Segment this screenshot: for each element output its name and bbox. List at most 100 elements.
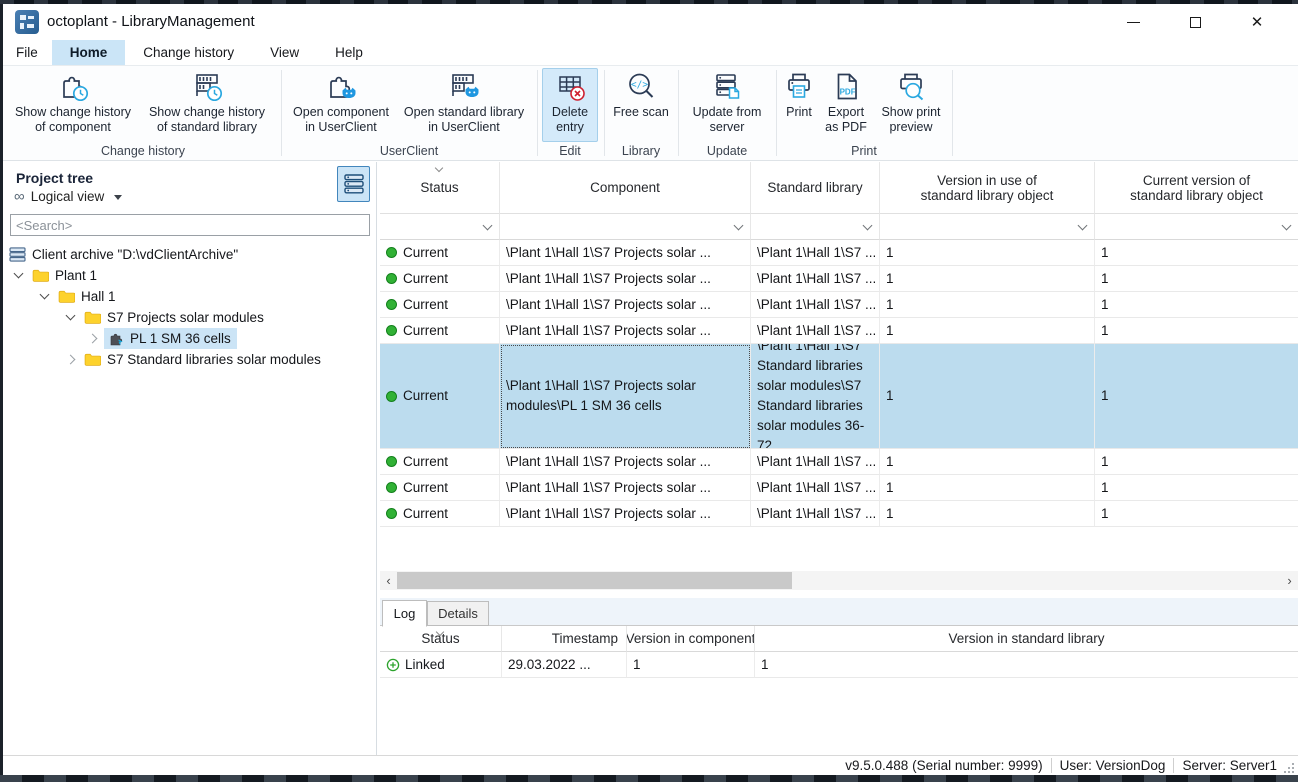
status-current-icon (386, 273, 397, 284)
component-history-icon (56, 69, 90, 105)
close-icon: ✕ (1251, 15, 1264, 30)
status-current-icon (386, 508, 397, 519)
menu-home[interactable]: Home (52, 40, 126, 65)
status-current-icon (386, 456, 397, 467)
table-row[interactable]: Current \Plant 1\Hall 1\S7 Projects sola… (380, 318, 1298, 344)
column-header-current-version[interactable]: Current version of standard library obje… (1095, 162, 1298, 214)
column-header-version-in-use[interactable]: Version in use of standard library objec… (880, 162, 1095, 214)
app-window: octoplant - LibraryManagement ✕ File Hom… (0, 0, 1298, 782)
ribbon-separator (776, 70, 777, 156)
ribbon-group-edit: Edit (542, 142, 598, 159)
horizontal-scrollbar[interactable]: ‹ › (380, 571, 1298, 590)
export-pdf-icon: PDF (829, 69, 863, 105)
app-icon (15, 10, 39, 34)
print-button[interactable]: Print (780, 68, 818, 142)
filter-dropdown-current-version[interactable] (1095, 214, 1298, 240)
status-current-icon (386, 247, 397, 258)
table-row[interactable]: Current \Plant 1\Hall 1\S7 Projects sola… (380, 475, 1298, 501)
status-user: User: VersionDog (1060, 758, 1166, 773)
tab-log[interactable]: Log (382, 600, 427, 627)
scroll-right-icon[interactable]: › (1281, 571, 1298, 590)
expander-collapsed-icon[interactable] (88, 334, 98, 344)
minimize-button[interactable] (1102, 4, 1164, 40)
show-print-preview-button[interactable]: Show print preview (874, 68, 948, 142)
archive-view-button[interactable] (337, 166, 370, 202)
update-from-server-icon (710, 69, 744, 105)
table-row[interactable]: Current \Plant 1\Hall 1\S7 Projects sola… (380, 240, 1298, 266)
resize-grip[interactable] (1283, 762, 1295, 774)
free-scan-button[interactable]: </> Free scan (608, 68, 674, 142)
archive-icon (9, 247, 26, 262)
filter-dropdown-version-in-use[interactable] (880, 214, 1095, 240)
log-table: Status Timestamp Version in component Ve… (380, 626, 1298, 652)
open-library-userclient-button[interactable]: Open standard library in UserClient (397, 68, 531, 142)
folder-icon (32, 269, 49, 282)
filter-dropdown-status[interactable] (380, 214, 500, 240)
library-userclient-icon (447, 69, 481, 105)
tree-item-s7-standard-libraries[interactable]: S7 Standard libraries solar modules (67, 349, 321, 370)
component-icon (108, 331, 124, 347)
status-current-icon (386, 482, 397, 493)
free-scan-icon: </> (624, 69, 658, 105)
column-header-standard-library[interactable]: Standard library (751, 162, 880, 214)
export-pdf-button[interactable]: PDF Export as PDF (820, 68, 872, 142)
tab-details[interactable]: Details (427, 601, 489, 626)
project-tree-title: Project tree (16, 170, 93, 186)
tree-item-client-archive[interactable]: Client archive "D:\vdClientArchive" (9, 244, 238, 265)
svg-text:PDF: PDF (840, 88, 856, 97)
show-change-history-component-button[interactable]: Show change history of component (11, 68, 135, 142)
scrollbar-track[interactable] (397, 571, 1281, 590)
log-column-version-in-component[interactable]: Version in component (627, 626, 755, 652)
delete-entry-icon (553, 69, 587, 105)
tree-item-pl1-sm36-selected[interactable]: PL 1 SM 36 cells (89, 328, 237, 349)
status-server: Server: Server1 (1182, 758, 1277, 773)
server-stack-icon (343, 173, 365, 195)
filter-dropdown-standard-library[interactable] (751, 214, 880, 240)
log-column-timestamp[interactable]: Timestamp (502, 626, 627, 652)
table-row[interactable]: Current \Plant 1\Hall 1\S7 Projects sola… (380, 266, 1298, 292)
folder-icon (84, 311, 101, 324)
update-from-server-button[interactable]: Update from server (682, 68, 772, 142)
log-column-status[interactable]: Status (380, 626, 502, 652)
scroll-left-icon[interactable]: ‹ (380, 571, 397, 590)
tree-item-s7-projects[interactable]: S7 Projects solar modules (67, 307, 264, 328)
search-input[interactable] (10, 214, 370, 236)
expander-expanded-icon[interactable] (66, 311, 76, 321)
expander-expanded-icon[interactable] (14, 269, 24, 279)
background-window-edge-bottom (0, 775, 1298, 782)
tree-view-mode-selector[interactable]: ∞ Logical view (14, 189, 122, 204)
close-button[interactable]: ✕ (1226, 4, 1288, 40)
status-bar: v9.5.0.488 (Serial number: 9999) User: V… (3, 755, 1298, 775)
logical-view-icon: ∞ (14, 189, 25, 204)
log-column-version-in-standard-library[interactable]: Version in standard library (755, 626, 1298, 652)
column-header-component[interactable]: Component (500, 162, 751, 214)
tree-item-hall1[interactable]: Hall 1 (41, 286, 116, 307)
menu-change-history[interactable]: Change history (125, 40, 252, 65)
ribbon: Show change history of component Show ch… (3, 66, 1298, 161)
table-row[interactable]: Current \Plant 1\Hall 1\S7 Projects sola… (380, 292, 1298, 318)
menu-help[interactable]: Help (317, 40, 381, 65)
status-separator (1173, 758, 1174, 773)
tree-item-plant1[interactable]: Plant 1 (15, 265, 97, 286)
table-row[interactable]: Current \Plant 1\Hall 1\S7 Projects sola… (380, 449, 1298, 475)
table-row[interactable]: Current \Plant 1\Hall 1\S7 Projects sola… (380, 501, 1298, 527)
expander-collapsed-icon[interactable] (66, 355, 76, 365)
table-row-selected[interactable]: Current \Plant 1\Hall 1\S7 Projects sola… (380, 344, 1298, 449)
open-component-userclient-button[interactable]: Open component in UserClient (287, 68, 395, 142)
delete-entry-button[interactable]: Delete entry (542, 68, 598, 142)
ribbon-group-library: Library (608, 142, 674, 159)
filter-dropdown-component[interactable] (500, 214, 751, 240)
detail-tabs: Log Details (380, 598, 1298, 626)
maximize-button[interactable] (1164, 4, 1226, 40)
menu-view[interactable]: View (252, 40, 317, 65)
log-row[interactable]: Linked 29.03.2022 ... 1 1 (380, 652, 1298, 678)
svg-text:</>: </> (631, 80, 648, 91)
show-change-history-library-button[interactable]: Show change history of standard library (139, 68, 275, 142)
menu-file[interactable]: File (3, 40, 52, 65)
expander-expanded-icon[interactable] (40, 290, 50, 300)
chevron-down-icon (863, 220, 873, 230)
chevron-down-icon (114, 195, 122, 200)
column-header-status[interactable]: Status (380, 162, 500, 214)
scrollbar-thumb[interactable] (397, 572, 792, 589)
links-table: Status Component Standard library Versio… (380, 162, 1298, 527)
